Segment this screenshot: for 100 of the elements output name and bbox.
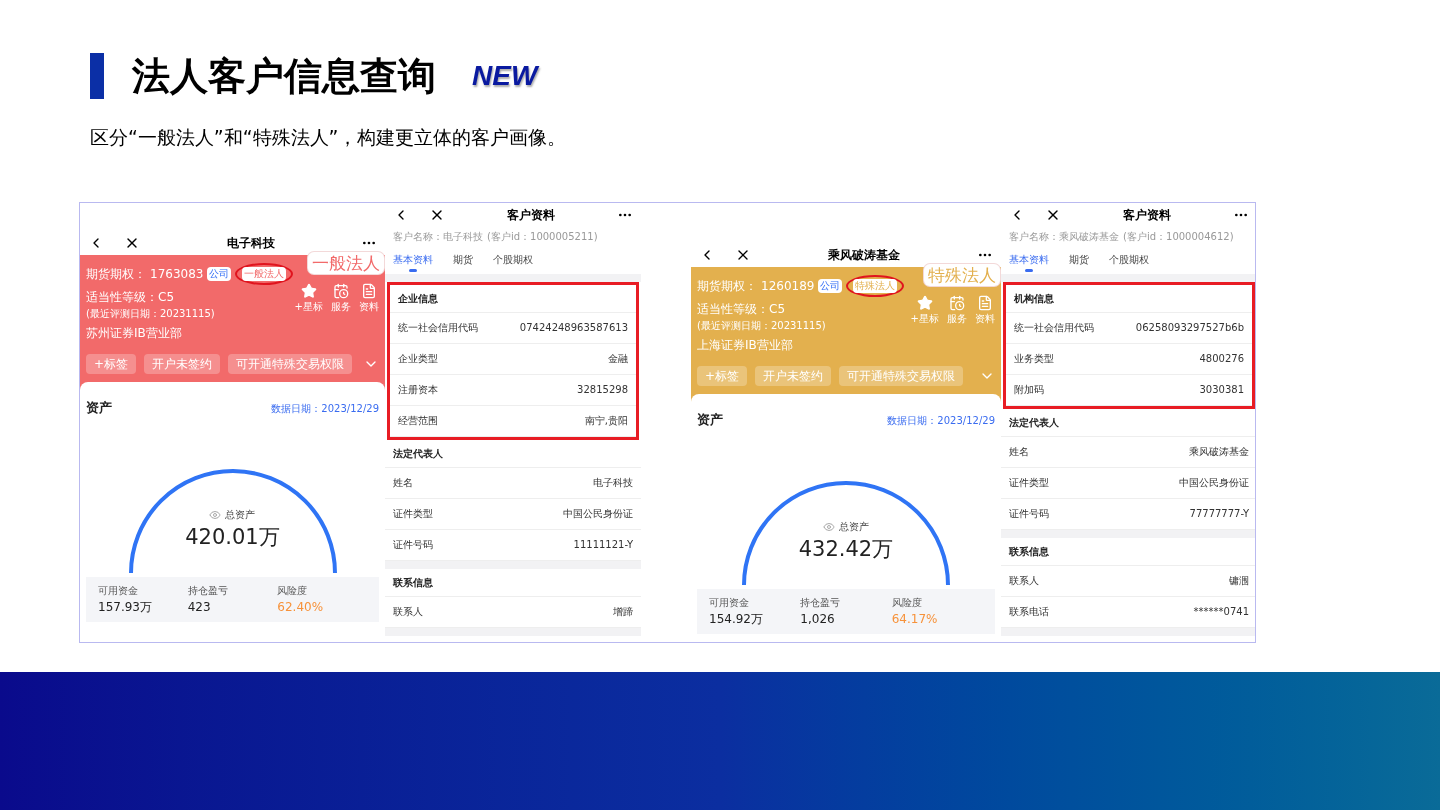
field-value: 32815298	[577, 383, 628, 397]
field-label: 证件类型	[1009, 476, 1049, 490]
field-value: 南宁,贵阳	[584, 414, 628, 428]
customer-tag: 公司	[818, 278, 843, 293]
header-action[interactable]: 资料	[975, 294, 995, 354]
field-value: 乘风破涛基金	[1189, 445, 1249, 459]
field-value: ******0741	[1193, 605, 1249, 619]
account-label: 期货期权：	[86, 265, 146, 283]
stat-value: 423	[187, 599, 212, 616]
field-label: 联系电话	[1009, 605, 1049, 619]
callout-label: 特殊法人	[924, 263, 1000, 286]
section-heading: 机构信息	[1006, 284, 1252, 313]
customer-chip[interactable]: 开户未签约	[755, 365, 832, 386]
tab[interactable]: 个股期权	[493, 251, 533, 272]
stat-label: 可用资金	[98, 584, 139, 598]
header-action[interactable]: +星标	[294, 282, 323, 342]
field-label: 证件号码	[393, 538, 433, 552]
section-heading: 联系信息	[385, 568, 641, 597]
page-title: 乘风破涛基金	[828, 246, 900, 264]
evaluation-date: (最近评测日期：20231115)	[86, 306, 215, 321]
customer-id: (客户id：1000004612)	[1123, 229, 1234, 244]
field-label: 姓名	[1009, 445, 1029, 459]
data-date: 数据日期：2023/12/29	[271, 401, 379, 416]
total-label: 总资产	[225, 508, 256, 522]
stat-value: 154.92万	[709, 611, 764, 628]
account-number: 1763083	[150, 265, 204, 283]
field-value: 金融	[608, 352, 628, 366]
customer-chip[interactable]: 可开通特殊交易权限	[839, 365, 964, 386]
customer-tag: 一般法人	[242, 266, 287, 281]
tab[interactable]: 基本资料	[1009, 251, 1049, 272]
account-number: 1260189	[761, 277, 815, 295]
field-label: 联系人	[1009, 574, 1039, 588]
field-label: 统一社会信用代码	[1014, 321, 1094, 335]
field-value: 07424248963587613	[519, 321, 628, 335]
field-label: 企业类型	[398, 352, 438, 366]
field-label: 业务类型	[1014, 352, 1054, 366]
tab[interactable]: 基本资料	[393, 251, 433, 272]
field-label: 统一社会信用代码	[398, 321, 478, 335]
field-value: 镛涠	[1229, 574, 1249, 588]
field-value: 增蹄	[613, 605, 633, 619]
callout-label: 一般法人	[308, 251, 384, 274]
header-action[interactable]: 服务	[331, 282, 351, 342]
field-label: 注册资本	[398, 383, 438, 397]
section-heading: 法定代表人	[385, 439, 641, 468]
tab[interactable]: 期货	[453, 251, 473, 272]
field-label: 经营范围	[398, 414, 438, 428]
stat-label: 持仓盈亏	[800, 596, 842, 610]
field-value: 电子科技	[593, 476, 633, 490]
field-value: 3030381	[1199, 383, 1244, 397]
field-label: 证件类型	[393, 507, 433, 521]
evaluation-date: (最近评测日期：20231115)	[697, 318, 826, 333]
customer-chip[interactable]: +标签	[86, 353, 137, 374]
customer-id: (客户id：1000005211)	[487, 229, 598, 244]
suitability-level: 适当性等级：C5	[86, 288, 174, 306]
total-assets: 432.42万	[798, 536, 894, 563]
field-label: 姓名	[393, 476, 413, 490]
stat-label: 可用资金	[709, 596, 750, 610]
section-heading: 联系信息	[1001, 537, 1255, 566]
field-label: 证件号码	[1009, 507, 1049, 521]
customer-name: 客户名称：乘风破涛基金	[1009, 229, 1119, 244]
slide-subtitle: 区分“一般法人”和“特殊法人”，构建更立体的客户画像。	[90, 125, 568, 150]
section-title: 资产	[697, 410, 723, 429]
field-value: 11111121-Y	[573, 538, 633, 552]
account-label: 期货期权：	[697, 277, 757, 295]
customer-chip[interactable]: 可开通特殊交易权限	[228, 353, 353, 374]
section-title: 资产	[86, 398, 112, 417]
field-value: 中国公民身份证	[563, 507, 633, 521]
field-value: 77777777-Y	[1189, 507, 1249, 521]
field-label: 联系人	[393, 605, 423, 619]
customer-chip[interactable]: 开户未签约	[144, 353, 221, 374]
total-label: 总资产	[839, 520, 869, 534]
stat-label: 风险度	[891, 596, 923, 610]
tab[interactable]: 个股期权	[1109, 251, 1149, 272]
customer-tag: 公司	[207, 266, 232, 281]
stat-value: 157.93万	[98, 599, 153, 616]
suitability-level: 适当性等级：C5	[697, 300, 785, 318]
data-date: 数据日期：2023/12/29	[887, 413, 995, 428]
field-value: 中国公民身份证	[1179, 476, 1249, 490]
branch-name: 上海证券IB营业部	[697, 336, 794, 354]
customer-name: 客户名称：电子科技	[393, 229, 483, 244]
page-title: 客户资料	[507, 206, 555, 224]
page-title: 客户资料	[1123, 206, 1171, 224]
tab[interactable]: 期货	[1069, 251, 1089, 272]
header-action[interactable]: 资料	[359, 282, 379, 342]
stat-value: 64.17%	[891, 611, 939, 628]
customer-tag: 特殊法人	[853, 278, 898, 293]
total-assets: 420.01万	[185, 524, 280, 551]
stat-value: 62.40%	[277, 599, 325, 616]
section-heading: 法定代表人	[1001, 408, 1255, 437]
field-label: 附加码	[1014, 383, 1044, 397]
section-heading: 企业信息	[390, 284, 636, 313]
page-title: 电子科技	[226, 234, 275, 252]
header-action[interactable]: 服务	[947, 294, 967, 354]
stat-value: 1,026	[800, 611, 836, 628]
header-action[interactable]: +星标	[910, 294, 939, 354]
branch-name: 苏州证券IB营业部	[86, 324, 183, 342]
field-value: 06258093297527b6b	[1135, 321, 1244, 335]
slide-title: 法人客户信息查询	[132, 57, 436, 95]
new-label: NEW	[472, 59, 538, 93]
customer-chip[interactable]: +标签	[697, 365, 748, 386]
